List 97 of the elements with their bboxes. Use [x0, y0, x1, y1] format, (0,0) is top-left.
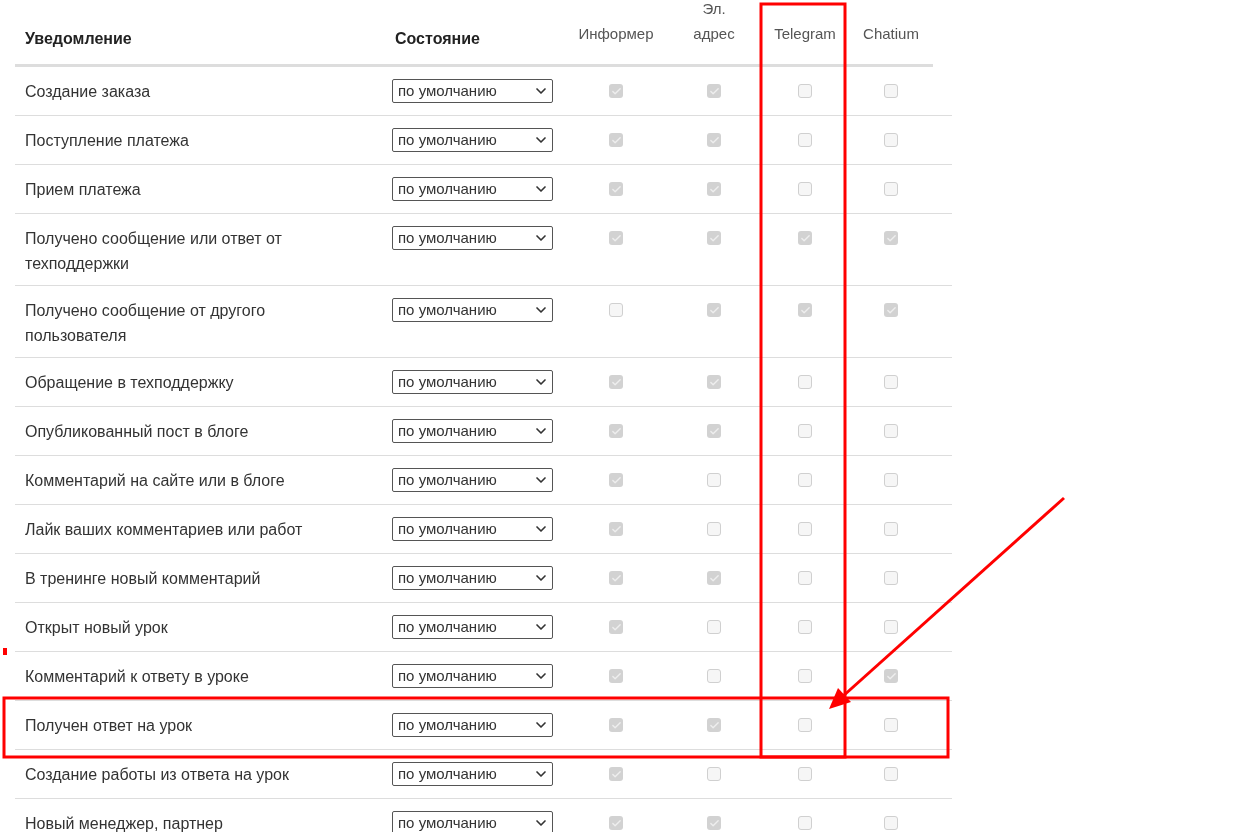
- status-dropdown[interactable]: по умолчанию: [392, 713, 553, 737]
- checkbox[interactable]: [707, 767, 721, 781]
- notification-name: Получено сообщение от другого пользователя: [25, 302, 266, 344]
- checkbox[interactable]: [707, 522, 721, 536]
- notification-name: Прием платежа: [25, 181, 141, 198]
- checkbox[interactable]: [707, 375, 721, 389]
- notification-name: Опубликованный пост в блоге: [25, 423, 249, 440]
- checkbox[interactable]: [884, 375, 898, 389]
- checkbox[interactable]: [798, 424, 812, 438]
- checkbox[interactable]: [609, 231, 623, 245]
- checkbox[interactable]: [707, 718, 721, 732]
- checkbox[interactable]: [609, 84, 623, 98]
- checkbox[interactable]: [798, 231, 812, 245]
- notification-name: Получено сообщение или ответ от техподдержки: [25, 230, 282, 272]
- checkbox[interactable]: [798, 718, 812, 732]
- checkbox[interactable]: [798, 522, 812, 536]
- checkbox[interactable]: [707, 424, 721, 438]
- checkbox[interactable]: [798, 473, 812, 487]
- checkbox[interactable]: [707, 133, 721, 147]
- checkbox[interactable]: [707, 182, 721, 196]
- checkbox[interactable]: [884, 718, 898, 732]
- notification-name: Новый менеджер, партнер: [25, 815, 223, 832]
- checkbox[interactable]: [798, 133, 812, 147]
- checkbox[interactable]: [884, 522, 898, 536]
- checkbox[interactable]: [707, 620, 721, 634]
- checkbox[interactable]: [884, 473, 898, 487]
- notification-name: Лайк ваших комментариев или работ: [25, 521, 303, 538]
- column-header: Состояние: [395, 29, 480, 49]
- status-dropdown[interactable]: по умолчанию: [392, 128, 553, 152]
- checkbox[interactable]: [609, 182, 623, 196]
- checkbox[interactable]: [884, 231, 898, 245]
- checkbox[interactable]: [609, 669, 623, 683]
- checkbox[interactable]: [707, 816, 721, 830]
- status-dropdown[interactable]: по умолчанию: [392, 811, 553, 832]
- checkbox[interactable]: [798, 767, 812, 781]
- status-dropdown[interactable]: по умолчанию: [392, 664, 553, 688]
- notification-name: Комментарий к ответу в уроке: [25, 668, 249, 685]
- checkbox[interactable]: [609, 522, 623, 536]
- checkbox[interactable]: [798, 669, 812, 683]
- checkbox[interactable]: [798, 182, 812, 196]
- checkbox[interactable]: [609, 133, 623, 147]
- notification-name: Создание работы из ответа на урок: [25, 766, 289, 783]
- notification-name: В тренинге новый комментарий: [25, 570, 261, 587]
- checkbox[interactable]: [884, 571, 898, 585]
- status-dropdown[interactable]: по умолчанию: [392, 298, 553, 322]
- status-dropdown[interactable]: по умолчанию: [392, 615, 553, 639]
- column-header: Уведомление: [25, 29, 132, 49]
- status-dropdown[interactable]: по умолчанию: [392, 566, 553, 590]
- notification-name: Открыт новый урок: [25, 619, 168, 636]
- status-dropdown[interactable]: по умолчанию: [392, 468, 553, 492]
- checkbox[interactable]: [707, 669, 721, 683]
- checkbox[interactable]: [798, 375, 812, 389]
- checkbox[interactable]: [884, 182, 898, 196]
- checkbox[interactable]: [609, 816, 623, 830]
- column-header: Эл. адрес: [693, 0, 735, 44]
- status-dropdown[interactable]: по умолчанию: [392, 79, 553, 103]
- checkbox[interactable]: [884, 767, 898, 781]
- checkbox[interactable]: [798, 84, 812, 98]
- checkbox[interactable]: [798, 303, 812, 317]
- checkbox[interactable]: [707, 571, 721, 585]
- notification-name: Создание заказа: [25, 83, 151, 100]
- status-dropdown[interactable]: по умолчанию: [392, 370, 553, 394]
- checkbox[interactable]: [884, 133, 898, 147]
- column-header: Telegram: [774, 24, 836, 44]
- checkbox[interactable]: [884, 84, 898, 98]
- checkbox[interactable]: [609, 424, 623, 438]
- checkbox[interactable]: [609, 620, 623, 634]
- checkbox[interactable]: [707, 303, 721, 317]
- notification-name: Получен ответ на урок: [25, 717, 193, 734]
- status-dropdown[interactable]: по умолчанию: [392, 226, 553, 250]
- checkbox[interactable]: [609, 718, 623, 732]
- checkbox[interactable]: [609, 473, 623, 487]
- checkbox[interactable]: [609, 375, 623, 389]
- status-dropdown[interactable]: по умолчанию: [392, 177, 553, 201]
- status-dropdown[interactable]: по умолчанию: [392, 419, 553, 443]
- column-header: Информер: [578, 24, 654, 44]
- checkbox[interactable]: [884, 816, 898, 830]
- checkbox[interactable]: [884, 303, 898, 317]
- checkbox[interactable]: [798, 571, 812, 585]
- annotation-mark: [3, 648, 7, 655]
- notification-name: Обращение в техподдержку: [25, 374, 234, 391]
- checkbox[interactable]: [609, 571, 623, 585]
- checkbox[interactable]: [609, 303, 623, 317]
- checkbox[interactable]: [884, 669, 898, 683]
- checkbox[interactable]: [609, 767, 623, 781]
- checkbox[interactable]: [707, 231, 721, 245]
- notification-name: Поступление платежа: [25, 132, 189, 149]
- column-header: Chatium: [863, 24, 919, 44]
- status-dropdown[interactable]: по умолчанию: [392, 762, 553, 786]
- checkbox[interactable]: [798, 620, 812, 634]
- checkbox[interactable]: [798, 816, 812, 830]
- notification-name: Комментарий на сайте или в блоге: [25, 472, 285, 489]
- checkbox[interactable]: [707, 84, 721, 98]
- checkbox[interactable]: [884, 424, 898, 438]
- status-dropdown[interactable]: по умолчанию: [392, 517, 553, 541]
- checkbox[interactable]: [884, 620, 898, 634]
- checkbox[interactable]: [707, 473, 721, 487]
